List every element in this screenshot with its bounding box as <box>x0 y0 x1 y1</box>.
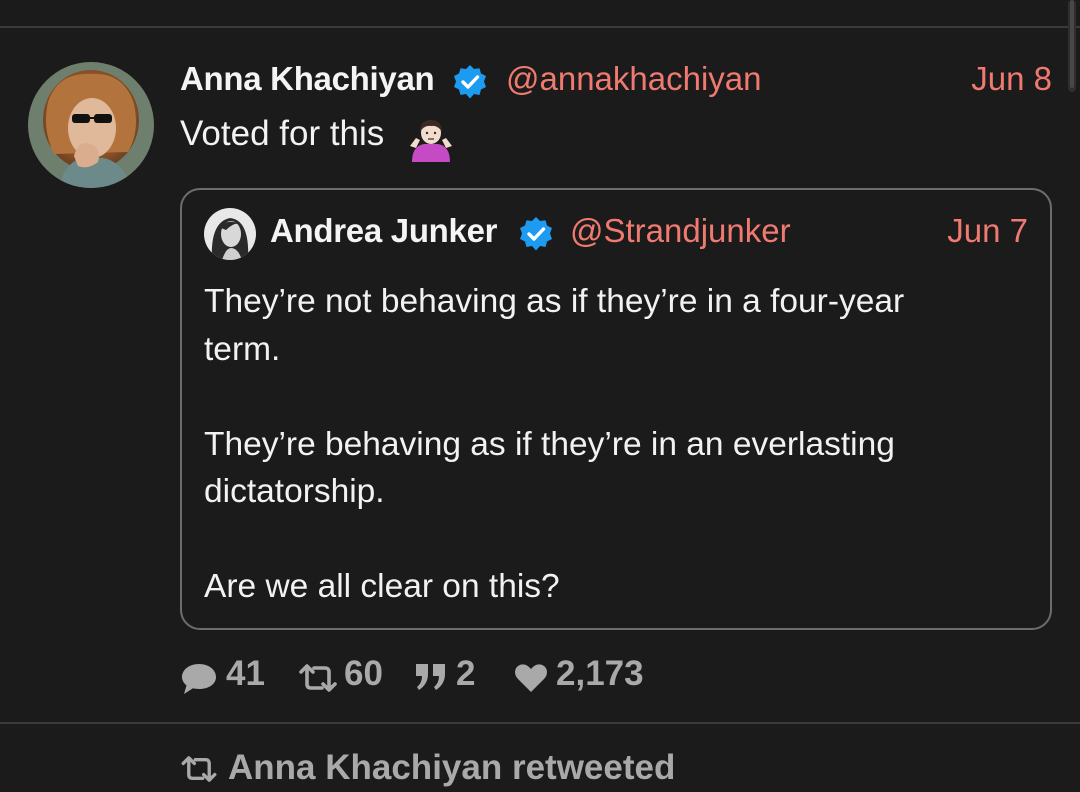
quoted-author-handle[interactable]: @Strandjunker <box>570 212 791 250</box>
quoted-line: term. <box>204 330 281 368</box>
top-divider <box>0 26 1080 28</box>
quoted-line: Are we all clear on this? <box>204 568 560 605</box>
quoted-line: dictatorship. <box>204 473 385 510</box>
speech-bubble-icon <box>180 662 218 701</box>
quoted-tweet-card[interactable]: Andrea Junker @Strandjunker Jun 7 They’r… <box>180 188 1052 630</box>
quote-marks-icon <box>414 662 448 697</box>
retweet-icon <box>298 664 338 697</box>
quoted-author-avatar[interactable] <box>204 208 256 260</box>
person-shrugging-emoji <box>408 116 454 162</box>
retweet-icon <box>180 756 218 787</box>
verified-badge-icon <box>452 64 488 100</box>
quoted-line: They’re not behaving as if they’re in a … <box>204 283 905 320</box>
heart-icon <box>514 663 548 698</box>
like-button[interactable]: 2,173 <box>514 654 674 698</box>
like-count: 2,173 <box>556 654 644 693</box>
scrollbar-thumb[interactable] <box>1070 0 1074 88</box>
tweet-actions: 41 60 2 2,173 <box>180 654 740 698</box>
quote-count: 2 <box>456 654 476 693</box>
quoted-author-name[interactable]: Andrea Junker <box>270 212 497 250</box>
author-handle[interactable]: @annakhachiyan <box>506 60 762 98</box>
quoted-line: They’re behaving as if they’re in an eve… <box>204 425 895 463</box>
verified-badge-icon <box>518 216 554 252</box>
retweet-count: 60 <box>344 654 383 693</box>
reply-button[interactable]: 41 <box>180 654 270 698</box>
bottom-divider <box>0 722 1080 724</box>
retweet-button[interactable]: 60 <box>298 654 388 698</box>
quoted-paragraph: Are we all clear on this? <box>204 563 1024 611</box>
retweeted-label: Anna Khachiyan retweeted <box>228 748 676 787</box>
quoted-paragraph: They’re not behaving as if they’re in a … <box>204 278 1024 373</box>
tweet-header: Anna Khachiyan @annakhachiyan Jun 8 <box>180 56 1052 102</box>
quoted-tweet-text: They’re not behaving as if they’re in a … <box>204 278 1024 611</box>
retweeted-indicator[interactable]: Anna Khachiyan retweeted <box>180 746 880 792</box>
quoted-paragraph: They’re behaving as if they’re in an eve… <box>204 421 1024 516</box>
quote-tweets-button[interactable]: 2 <box>414 654 494 698</box>
reply-count: 41 <box>226 654 265 693</box>
author-name[interactable]: Anna Khachiyan <box>180 60 435 98</box>
tweet-date[interactable]: Jun 8 <box>971 60 1052 98</box>
tweet-text: Voted for this <box>180 114 385 153</box>
author-avatar[interactable] <box>28 62 154 188</box>
quoted-tweet-date[interactable]: Jun 7 <box>947 212 1028 250</box>
